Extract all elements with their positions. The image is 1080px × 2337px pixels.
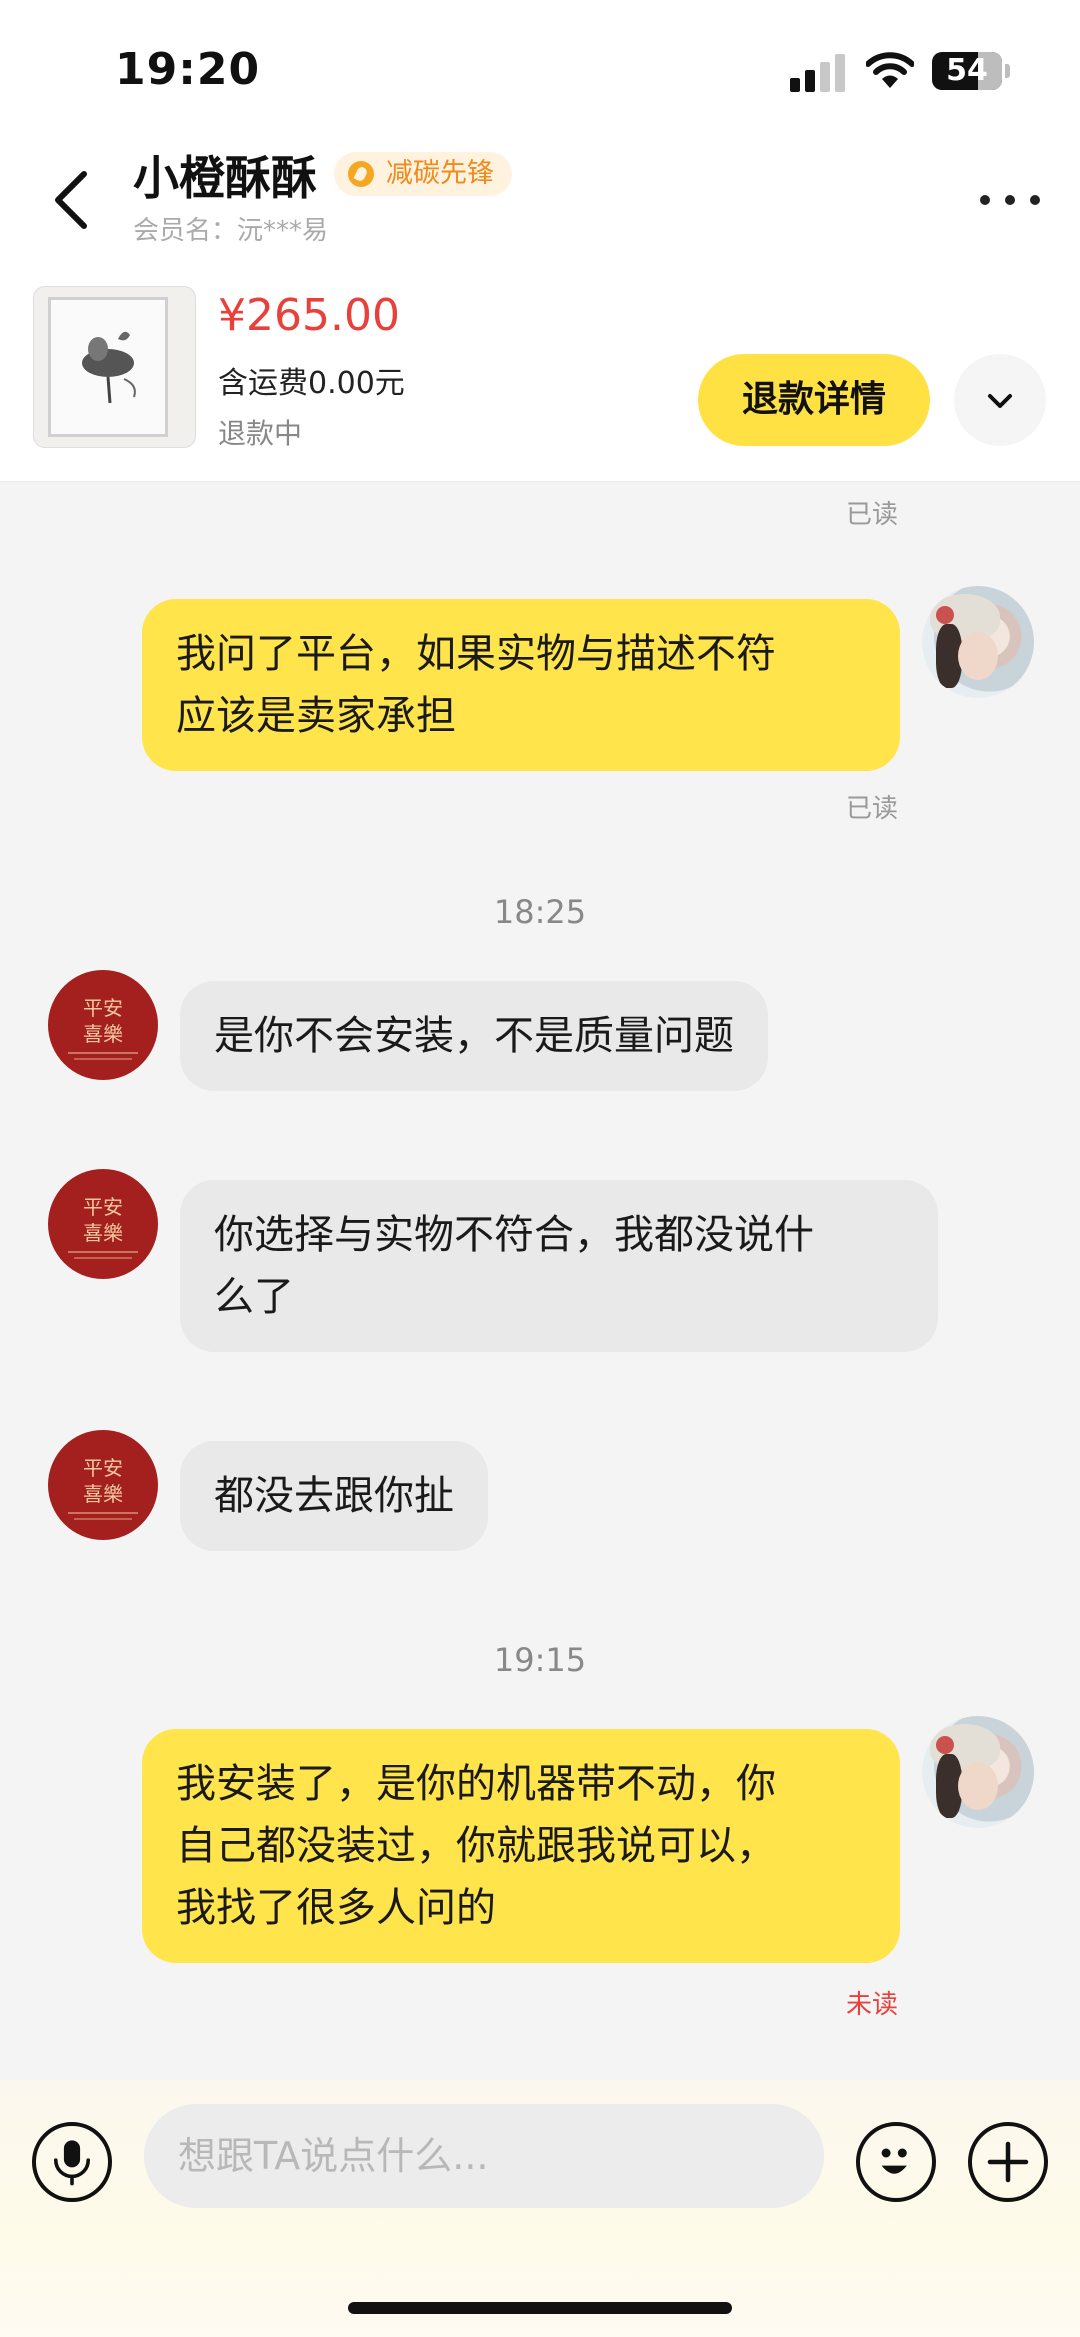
more-button[interactable] [975, 185, 1045, 215]
message-text: 都没去跟你扯 [214, 1473, 454, 1519]
cellular-signal-icon [790, 52, 846, 92]
message-timestamp: 19:15 [493, 1641, 587, 1679]
battery-icon: 54 [932, 52, 1010, 90]
message-line: 我问了平台，如果实物与描述不符 [176, 631, 776, 677]
product-thumbnail[interactable] [33, 286, 196, 448]
message-text: 是你不会安装，不是质量问题 [214, 1013, 734, 1059]
leaf-icon [348, 161, 374, 187]
seller-avatar[interactable]: 平安 喜樂 [48, 970, 158, 1080]
chat-title: 小橙酥酥 [133, 151, 317, 205]
home-indicator [348, 2302, 732, 2314]
lotus-painting-icon [82, 331, 136, 404]
wifi-icon [866, 52, 914, 88]
message-line: 么了 [214, 1274, 294, 1320]
product-price: ¥265.00 [218, 290, 400, 341]
my-message[interactable]: 我安装了，是你的机器带不动，你 自己都没装过，你就跟我说可以， 我找了很多人问的 [142, 1729, 900, 1963]
member-name: 会员名：沅***易 [133, 216, 329, 246]
badge-label: 减碳先锋 [386, 158, 494, 189]
unread-status: 未读 [846, 1990, 899, 2020]
my-avatar[interactable] [922, 1716, 1034, 1828]
my-message[interactable]: 我问了平台，如果实物与描述不符 应该是卖家承担 [142, 599, 900, 771]
message-timestamp: 18:25 [493, 893, 587, 931]
input-bar: 想跟TA说点什么... [0, 2080, 1080, 2337]
back-button[interactable] [40, 160, 100, 240]
status-time: 19:20 [115, 44, 261, 95]
battery-level: 54 [946, 53, 988, 88]
product-card[interactable]: ¥265.00 含运费0.00元 退款中 退款详情 [0, 270, 1080, 482]
chat-header: 小橙酥酥 减碳先锋 会员名：沅***易 [0, 130, 1080, 270]
microphone-button[interactable] [32, 2122, 112, 2202]
status-bar: 19:20 54 [0, 0, 1080, 130]
my-avatar[interactable] [922, 586, 1034, 698]
emoji-button[interactable] [856, 2122, 936, 2202]
message-line: 你选择与实物不符合，我都没说什 [214, 1212, 814, 1258]
seller-message[interactable]: 是你不会安装，不是质量问题 [180, 981, 768, 1091]
refund-details-button[interactable]: 退款详情 [698, 354, 930, 446]
message-line: 应该是卖家承担 [176, 693, 456, 739]
seller-message[interactable]: 你选择与实物不符合，我都没说什 么了 [180, 1180, 938, 1352]
plus-button[interactable] [968, 2122, 1048, 2202]
message-line: 我找了很多人问的 [176, 1885, 496, 1931]
read-status: 已读 [846, 500, 899, 530]
message-line: 自己都没装过，你就跟我说可以， [176, 1823, 776, 1869]
seller-avatar[interactable]: 平安 喜樂 [48, 1430, 158, 1540]
carbon-badge: 减碳先锋 [334, 152, 512, 196]
message-line: 我安装了，是你的机器带不动，你 [176, 1761, 776, 1807]
expand-button[interactable] [954, 354, 1046, 446]
seller-avatar[interactable]: 平安 喜樂 [48, 1169, 158, 1279]
refund-status: 退款中 [218, 417, 303, 450]
read-status: 已读 [846, 794, 899, 824]
seller-message[interactable]: 都没去跟你扯 [180, 1441, 488, 1551]
message-input[interactable]: 想跟TA说点什么... [144, 2104, 824, 2208]
shipping-fee: 含运费0.00元 [218, 366, 405, 401]
